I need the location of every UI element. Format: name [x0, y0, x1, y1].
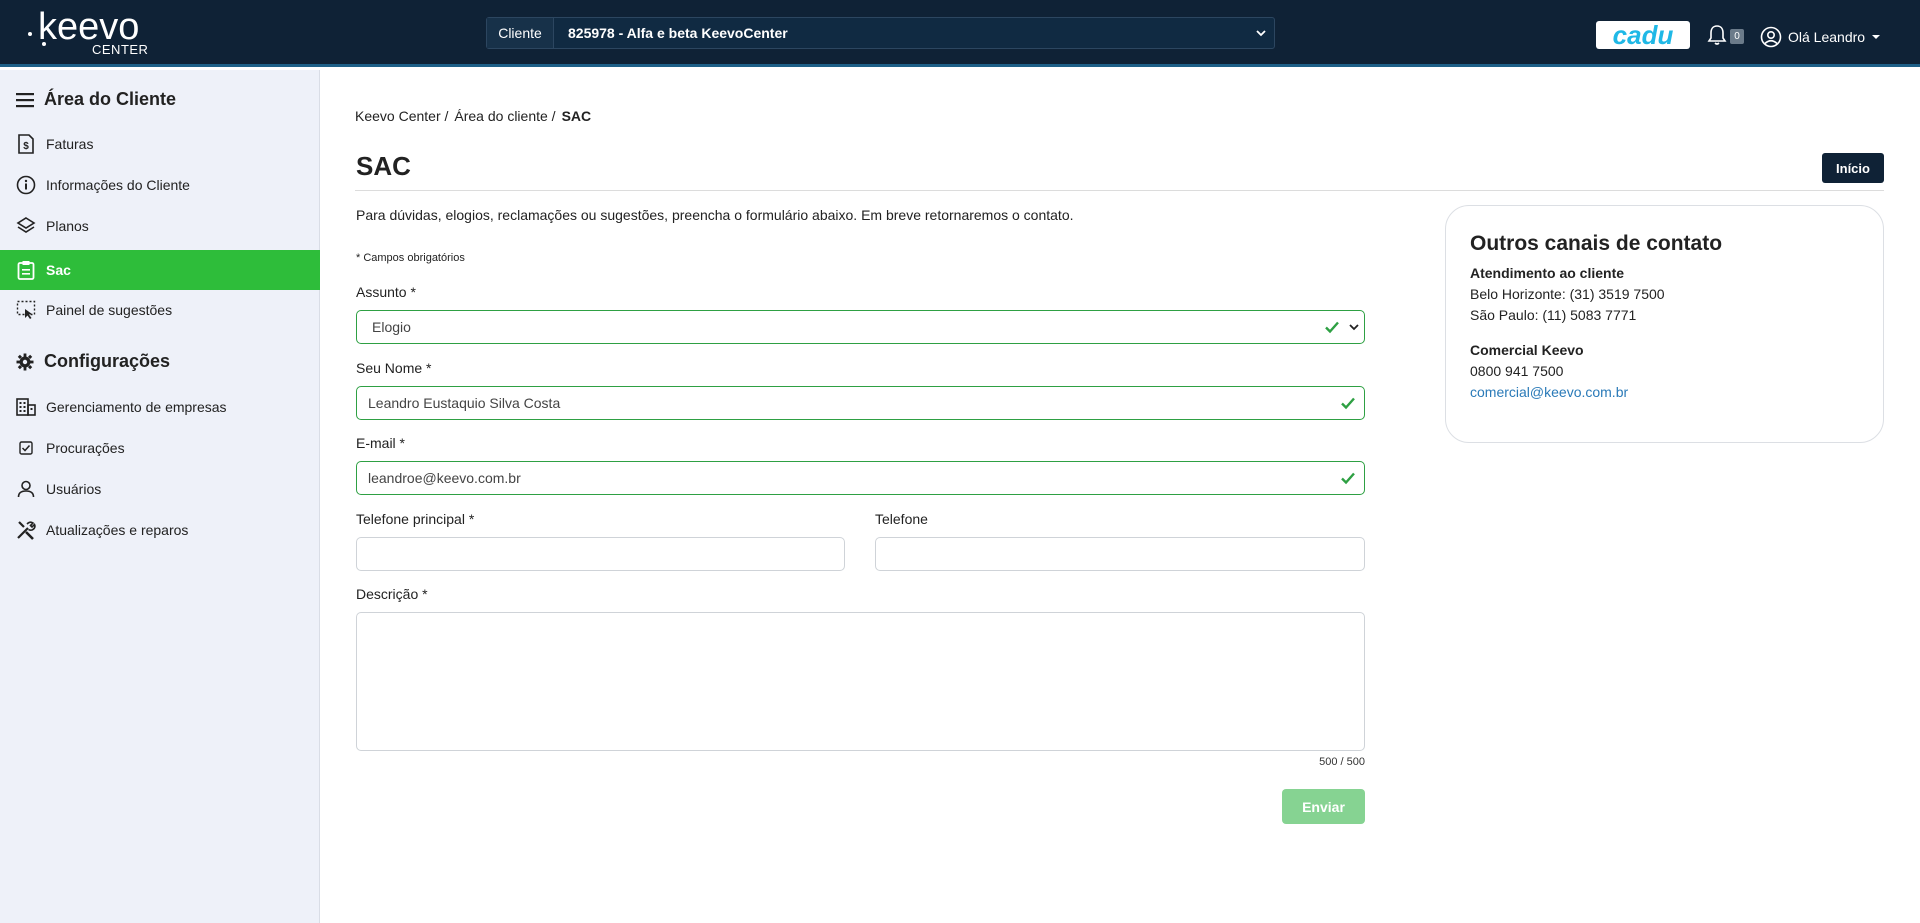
- email-input[interactable]: leandroe@keevo.com.br: [356, 461, 1365, 495]
- client-select[interactable]: Cliente 825978 - Alfa e beta KeevoCenter: [486, 17, 1275, 49]
- breadcrumb-item-area-cliente[interactable]: Área do cliente /: [454, 108, 555, 124]
- sidebar-item-label: Usuários: [46, 481, 102, 497]
- required-fields-note: * Campos obrigatórios: [356, 252, 465, 264]
- contact-card: Outros canais de contato Atendimento ao …: [1445, 205, 1884, 443]
- support-heading: Atendimento ao cliente: [1470, 265, 1625, 281]
- phone-input[interactable]: [875, 537, 1365, 571]
- description-label: Descrição *: [356, 586, 428, 602]
- description-textarea[interactable]: [356, 612, 1365, 751]
- sidebar-item-informacoes[interactable]: Informações do Cliente: [0, 165, 320, 205]
- svg-text:$: $: [23, 141, 29, 152]
- cadu-button[interactable]: cadu: [1596, 20, 1690, 50]
- home-button[interactable]: Início: [1822, 153, 1884, 183]
- tools-icon: [16, 520, 36, 540]
- name-input[interactable]: Leandro Eustaquio Silva Costa: [356, 386, 1365, 420]
- sidebar-section-title: Configurações: [44, 351, 171, 371]
- divider: [355, 190, 1884, 191]
- sidebar-item-atualizacoes[interactable]: Atualizações e reparos: [0, 510, 320, 550]
- sidebar-item-label: Atualizações e reparos: [46, 522, 189, 538]
- chevron-down-icon: [1349, 324, 1359, 331]
- sidebar-item-planos[interactable]: Planos: [0, 206, 320, 246]
- hamburger-menu-icon[interactable]: [16, 92, 34, 108]
- page-title: SAC: [356, 151, 411, 181]
- sidebar-item-usuarios[interactable]: Usuários: [0, 469, 320, 509]
- building-icon: [16, 397, 36, 417]
- subject-select-value: Elogio: [372, 319, 411, 335]
- caret-down-icon: [1872, 35, 1881, 39]
- email-label: E-mail *: [356, 435, 406, 451]
- sidebar-item-empresas[interactable]: Gerenciamento de empresas: [0, 387, 320, 427]
- chevron-down-icon: [1248, 18, 1274, 48]
- contact-card-title: Outros canais de contato: [1470, 232, 1723, 255]
- check-icon: [1325, 321, 1339, 334]
- commercial-phone: 0800 941 7500: [1470, 363, 1564, 379]
- sidebar-section-title: Área do Cliente: [44, 89, 177, 109]
- gear-icon: [16, 353, 34, 370]
- sidebar-item-label: Sac: [46, 262, 71, 278]
- submit-button[interactable]: Enviar: [1282, 789, 1365, 824]
- sidebar-item-label: Planos: [46, 218, 89, 234]
- top-navbar: keevo CENTER Cliente 825978 - Alfa e bet…: [0, 0, 1920, 67]
- check-icon: [1341, 397, 1355, 410]
- commercial-heading: Comercial Keevo: [1470, 342, 1584, 358]
- clipboard-icon: [16, 260, 36, 280]
- sidebar: Área do Cliente $ Faturas Informações do…: [0, 70, 320, 923]
- notification-count-badge: 0: [1730, 29, 1744, 44]
- breadcrumb-current: SAC: [561, 108, 592, 124]
- check-icon: [1341, 472, 1355, 485]
- keevo-logo[interactable]: keevo CENTER: [26, 6, 166, 57]
- sidebar-item-label: Painel de sugestões: [46, 302, 173, 318]
- sidebar-item-label: Informações do Cliente: [46, 177, 190, 193]
- commercial-email-link[interactable]: comercial@keevo.com.br: [1470, 384, 1628, 400]
- user-greeting: Olá Leandro: [1788, 29, 1866, 45]
- client-select-value: 825978 - Alfa e beta KeevoCenter: [568, 25, 788, 41]
- breadcrumb: Keevo Center / Área do cliente / SAC: [355, 108, 591, 124]
- sidebar-item-painel-sugestoes[interactable]: Painel de sugestões: [0, 290, 320, 330]
- phone-main-label: Telefone principal *: [356, 511, 475, 527]
- client-select-label: Cliente: [487, 18, 554, 48]
- name-label: Seu Nome *: [356, 360, 432, 376]
- user-menu[interactable]: Olá Leandro: [1760, 26, 1881, 48]
- suggestions-icon: [16, 300, 36, 320]
- breadcrumb-item-keevo-center[interactable]: Keevo Center /: [355, 108, 448, 124]
- sidebar-section-configuracoes[interactable]: Configurações: [16, 351, 170, 372]
- checkbox-icon: [16, 438, 36, 458]
- character-counter: 500 / 500: [1319, 756, 1365, 768]
- user-circle-icon: [1760, 26, 1782, 48]
- bell-icon[interactable]: [1707, 24, 1729, 46]
- user-icon: [16, 479, 36, 499]
- subject-select[interactable]: Elogio: [356, 310, 1365, 344]
- email-input-value: leandroe@keevo.com.br: [368, 470, 521, 486]
- info-icon: [16, 175, 36, 195]
- sidebar-item-label: Gerenciamento de empresas: [46, 399, 227, 415]
- sidebar-item-sac[interactable]: Sac: [0, 250, 320, 290]
- layers-icon: [16, 216, 36, 236]
- subject-label: Assunto *: [356, 284, 416, 300]
- sidebar-item-procuracoes[interactable]: Procurações: [0, 428, 320, 468]
- sidebar-item-faturas[interactable]: $ Faturas: [0, 124, 320, 164]
- invoice-icon: $: [16, 134, 36, 154]
- phone-label: Telefone: [875, 511, 928, 527]
- logo-subtext: CENTER: [92, 42, 149, 57]
- phone-main-input[interactable]: [356, 537, 845, 571]
- support-bh-phone: Belo Horizonte: (31) 3519 7500: [1470, 286, 1665, 302]
- sidebar-section-cliente[interactable]: Área do Cliente: [16, 89, 176, 110]
- support-sp-phone: São Paulo: (11) 5083 7771: [1470, 307, 1637, 323]
- sidebar-item-label: Faturas: [46, 136, 94, 152]
- sidebar-item-label: Procurações: [46, 440, 125, 456]
- name-input-value: Leandro Eustaquio Silva Costa: [368, 395, 561, 411]
- intro-text: Para dúvidas, elogios, reclamações ou su…: [356, 207, 1074, 223]
